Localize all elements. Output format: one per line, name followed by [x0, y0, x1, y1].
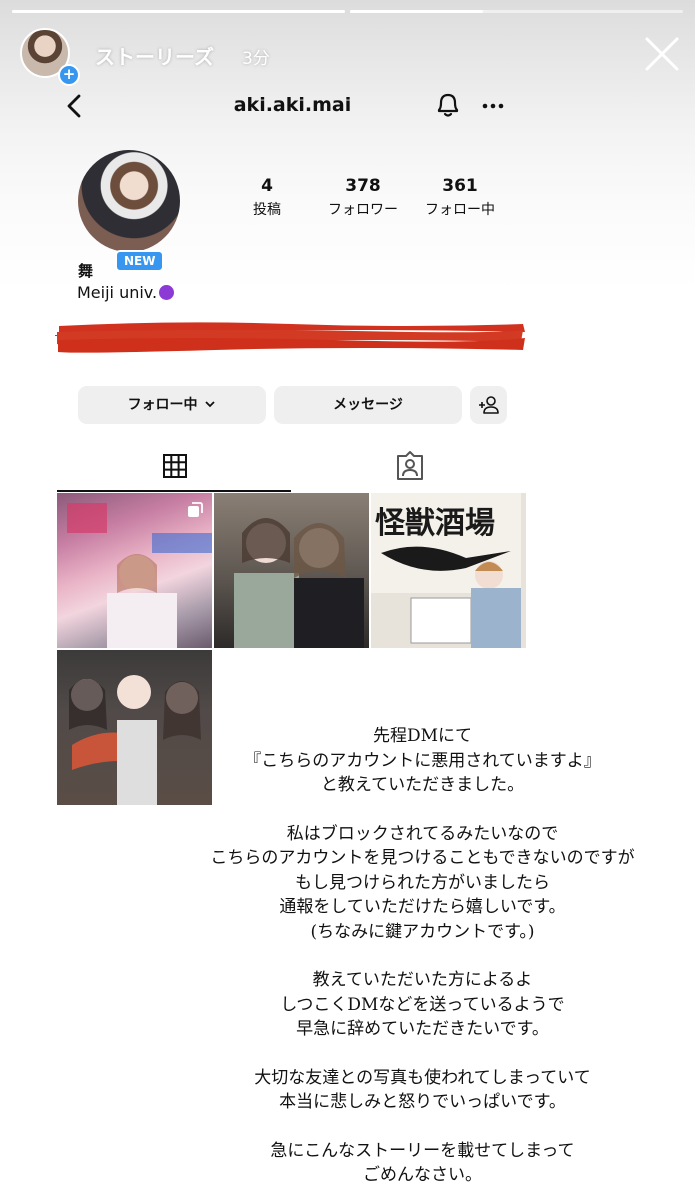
add-story-icon[interactable]: +: [58, 64, 80, 86]
stat-following-label: フォロー中: [425, 202, 495, 218]
post-sign-text: 怪獣酒場: [375, 506, 495, 541]
notice-line: (ちなみに鍵アカウントです。): [310, 921, 535, 942]
notice-line: ごめんなさい。: [363, 1165, 482, 1185]
bell-icon[interactable]: [434, 90, 462, 120]
profile-avatar[interactable]: [78, 150, 180, 252]
notice-line: 私はブロックされてるみたいなので: [286, 823, 559, 844]
story-progress-1: [12, 10, 345, 13]
stat-posts-label: 投稿: [253, 202, 281, 218]
notice-line: もし見つけられた方がいましたら: [295, 872, 550, 893]
tagged-tab-icon[interactable]: [395, 445, 425, 489]
stat-followers[interactable]: 378 フォロワー: [308, 176, 418, 219]
story-notice-text: 先程DMにて 『こちらのアカウントに悪用されていますよ』 と教えていただきました…: [160, 724, 685, 1188]
redaction-scribble: [55, 322, 525, 353]
notice-line: しつこくDMなどを送っているようで: [280, 994, 565, 1015]
stat-following-number: 361: [442, 176, 478, 196]
notice-line: こちらのアカウントを見つけることもできないのですが: [210, 848, 635, 868]
new-badge: NEW: [115, 250, 165, 272]
post-thumbnail-1[interactable]: [57, 493, 212, 648]
active-tab-indicator: [57, 490, 291, 492]
notice-line: 急にこんなストーリーを載せてしまって: [270, 1140, 575, 1161]
more-options-icon[interactable]: [481, 102, 505, 110]
following-button-label: フォロー中: [127, 397, 198, 413]
story-title: ストーリーズ: [95, 45, 214, 69]
grid-tab-icon[interactable]: [161, 445, 189, 489]
stat-posts-number: 4: [261, 176, 273, 196]
notice-line: 早急に辞めていただきたいです。: [296, 1019, 549, 1039]
notice-line: 教えていただいた方によるよ: [312, 970, 533, 990]
notice-line: 先程DMにて: [372, 726, 473, 746]
message-button[interactable]: メッセージ: [274, 386, 462, 424]
stat-followers-number: 378: [345, 176, 381, 196]
stat-posts[interactable]: 4 投稿: [212, 176, 322, 219]
close-icon[interactable]: [644, 36, 680, 72]
notice-line: 通報をしていただけたら嬉しいです。: [279, 897, 566, 917]
post-thumbnail-2[interactable]: [214, 493, 369, 648]
story-screen: + ストーリーズ 3分 aki.aki.mai NEW 4 投稿 378 フォロ…: [0, 0, 695, 1200]
profile-name: 舞: [78, 262, 94, 280]
stat-followers-label: フォロワー: [328, 202, 398, 218]
add-person-icon: [479, 396, 499, 414]
following-button[interactable]: フォロー中: [78, 386, 266, 424]
profile-bio-text: Meiji univ.: [77, 283, 158, 302]
purple-circle-emoji: [159, 285, 175, 300]
notice-line: 『こちらのアカウントに悪用されていますよ』: [244, 750, 601, 771]
profile-bio: Meiji univ.: [77, 283, 175, 302]
stat-following[interactable]: 361 フォロー中: [405, 176, 515, 219]
notice-line: 本当に悲しみと怒りでいっぱいです。: [279, 1092, 566, 1112]
story-time: 3分: [242, 49, 270, 69]
message-button-label: メッセージ: [333, 397, 403, 413]
carousel-icon: [188, 502, 203, 517]
notice-line: と教えていただきました。: [320, 775, 525, 795]
suggest-people-button[interactable]: [470, 386, 507, 424]
notice-line: 大切な友達との写真も使われてしまっていて: [254, 1067, 591, 1088]
story-progress-2: [350, 10, 683, 13]
chevron-down-icon: [205, 401, 216, 408]
post-thumbnail-3[interactable]: 怪獣酒場: [371, 493, 526, 648]
